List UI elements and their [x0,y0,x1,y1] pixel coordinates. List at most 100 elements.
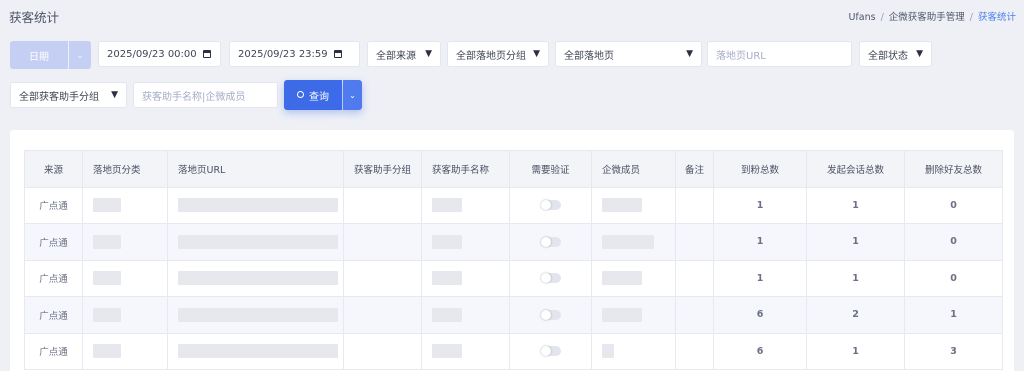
col-header-source[interactable]: 来源 [24,150,83,188]
col-header-assistant-name[interactable]: 获客助手名称 [421,150,510,188]
table-row: 广点通 1 1 0 [24,259,1003,297]
col-header-need-verify[interactable]: 需要验证 [509,150,592,188]
cell-source: 广点通 [24,259,83,297]
landing-page-select[interactable]: 全部落地页 ▼ [555,41,702,67]
redacted-text [93,271,121,286]
verify-toggle[interactable] [540,309,561,320]
cell-fans-total: 1 [713,259,807,297]
landing-group-select-value: 全部落地页分组 [456,50,526,62]
cell-wecom-member [591,296,676,334]
assistant-group-select[interactable]: 全部获客助手分组 ▼ [10,82,127,108]
cell-landing-category [82,186,168,224]
table-row: 广点通 6 1 3 [24,332,1003,370]
start-datetime-value: 2025/09/23 00:00 [107,48,197,60]
cell-assistant-group [343,332,422,370]
landing-url-placeholder: 落地页URL [716,50,766,62]
date-dropdown-button[interactable]: ⌄ [69,41,91,69]
col-header-fans-total[interactable]: 到粉总数 [713,150,807,188]
cell-wecom-member [591,259,676,297]
redacted-text [93,234,121,249]
redacted-text [432,198,462,213]
chevron-down-icon: ▼ [425,49,432,59]
redacted-text [432,344,462,359]
cell-wecom-member [591,186,676,224]
calendar-icon [202,50,211,58]
source-select[interactable]: 全部来源 ▼ [367,41,441,67]
redacted-text [432,271,462,286]
redacted-text [432,234,462,249]
verify-toggle[interactable] [540,273,561,284]
cell-landing-url [167,296,344,334]
breadcrumb-item-current: 获客统计 [977,12,1016,23]
redacted-text [432,307,462,322]
cell-assistant-name [421,259,510,297]
search-icon [297,90,304,98]
table-header-row: 来源 落地页分类 落地页URL 获客助手分组 获客助手名称 需要验证 企微成员 … [24,150,1003,188]
cell-landing-category [82,259,168,297]
redacted-text [93,307,121,322]
query-button[interactable]: 查询 [284,80,342,110]
landing-group-select[interactable]: 全部落地页分组 ▼ [447,41,549,67]
cell-source: 广点通 [24,332,83,370]
source-select-value: 全部来源 [376,50,416,62]
redacted-text [602,234,654,249]
cell-landing-category [82,223,168,261]
redacted-text [93,344,121,359]
cell-landing-url [167,223,344,261]
verify-toggle[interactable] [540,346,561,357]
verify-toggle[interactable] [540,200,561,211]
col-header-landing-url[interactable]: 落地页URL [167,150,344,188]
query-button-label: 查询 [309,91,329,103]
end-datetime-value: 2025/09/23 23:59 [238,48,328,60]
landing-page-select-value: 全部落地页 [564,50,614,62]
verify-toggle[interactable] [540,236,561,247]
status-select[interactable]: 全部状态 ▼ [859,41,932,67]
cell-source: 广点通 [24,296,83,334]
table-row: 广点通 1 1 0 [24,223,1003,261]
cell-landing-url [167,332,344,370]
cell-sessions-total: 1 [806,186,905,224]
cell-fans-total: 1 [713,186,807,224]
cell-need-verify [509,259,592,297]
redacted-text [602,344,614,359]
redacted-text [602,271,642,286]
page-title: 获客统计 [9,10,60,25]
col-header-sessions-total[interactable]: 发起会话总数 [806,150,905,188]
end-datetime-input[interactable]: 2025/09/23 23:59 [229,41,360,67]
cell-assistant-name [421,223,510,261]
chevron-down-icon: ▼ [111,90,118,100]
cell-source: 广点通 [24,223,83,261]
stats-table: 来源 落地页分类 落地页URL 获客助手分组 获客助手名称 需要验证 企微成员 … [24,150,1003,370]
cell-deleted-total: 0 [904,223,1003,261]
chevron-down-icon: ⌄ [76,50,84,60]
cell-remark [675,186,714,224]
status-select-value: 全部状态 [868,50,908,62]
landing-url-input[interactable]: 落地页URL [707,41,852,67]
start-datetime-input[interactable]: 2025/09/23 00:00 [98,41,221,67]
breadcrumb-item-assistant-mgmt[interactable]: 企微获客助手管理 [889,12,965,23]
col-header-landing-category[interactable]: 落地页分类 [82,150,168,188]
breadcrumb-item-home[interactable]: Ufans [848,12,875,23]
breadcrumb-separator: / [880,12,884,23]
date-button[interactable]: 日期 [10,41,68,69]
assistant-search-input[interactable]: 获客助手名称|企微成员 [133,82,278,108]
cell-remark [675,223,714,261]
cell-landing-category [82,332,168,370]
redacted-text [178,307,338,322]
cell-fans-total: 1 [713,223,807,261]
redacted-text [178,234,338,249]
redacted-text [178,198,338,213]
col-header-wecom-member[interactable]: 企微成员 [591,150,676,188]
cell-wecom-member [591,332,676,370]
cell-fans-total: 6 [713,332,807,370]
query-dropdown-button[interactable]: ⌄ [343,80,362,110]
cell-assistant-name [421,186,510,224]
col-header-deleted-total[interactable]: 删除好友总数 [904,150,1003,188]
cell-remark [675,259,714,297]
col-header-assistant-group[interactable]: 获客助手分组 [343,150,422,188]
cell-source: 广点通 [24,186,83,224]
table-row: 广点通 1 1 0 [24,186,1003,224]
cell-sessions-total: 1 [806,259,905,297]
cell-wecom-member [591,223,676,261]
col-header-remark[interactable]: 备注 [675,150,714,188]
